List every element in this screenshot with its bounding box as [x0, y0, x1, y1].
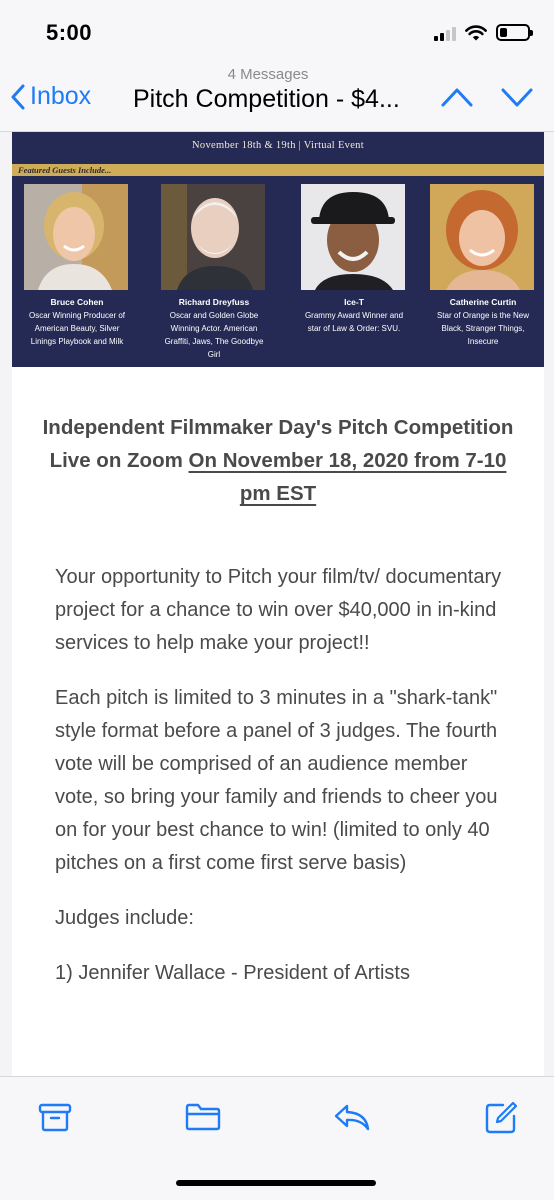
guest-name: Richard Dreyfuss	[178, 297, 250, 307]
guest-name: Catherine Curtin	[449, 297, 517, 307]
message-count: 4 Messages	[227, 66, 309, 83]
status-time: 5:00	[46, 20, 93, 45]
reply-icon[interactable]	[333, 1101, 371, 1133]
guest-photo	[430, 184, 534, 290]
chevron-up-icon[interactable]	[440, 86, 474, 108]
guest-photo	[24, 184, 128, 290]
guest-description: Oscar and Golden Globe Winning Actor. Am…	[164, 311, 264, 359]
banner-date: November 18th & 19th | Virtual Event	[192, 140, 364, 151]
compose-icon[interactable]	[484, 1101, 518, 1135]
guest-card: Bruce Cohen Oscar Winning Producer of Am…	[24, 184, 130, 348]
email-body: November 18th & 19th | Virtual Event Fea…	[12, 132, 544, 1076]
guest-photo	[161, 184, 265, 290]
paragraph-format: Each pitch is limited to 3 minutes in a …	[55, 687, 498, 874]
back-label: Inbox	[30, 82, 92, 110]
chevron-left-icon	[11, 84, 25, 109]
nav-title-group: 4 Messages Pitch Competition - $4...	[133, 66, 433, 114]
guest-card: Catherine Curtin Star of Orange is the N…	[430, 184, 536, 348]
status-icons	[434, 24, 533, 41]
status-bar: 5:00	[0, 0, 554, 62]
guest-card: Richard Dreyfuss Oscar and Golden Globe …	[161, 184, 267, 361]
home-indicator[interactable]	[176, 1180, 376, 1186]
featured-bar: Featured Guests Include...	[12, 164, 544, 176]
battery-icon	[496, 24, 533, 41]
archive-icon[interactable]	[38, 1101, 72, 1133]
heading-date-link[interactable]: On November 18, 2020 from 7-10 pm EST	[189, 449, 507, 505]
nav-bar: Inbox 4 Messages Pitch Competition - $4.…	[0, 62, 554, 132]
judge-list-item: 1) Jennifer Wallace - President of Artis…	[55, 962, 410, 984]
guest-photo	[301, 184, 405, 290]
guest-card: Ice-T Grammy Award Winner and star of La…	[301, 184, 407, 335]
wifi-icon	[465, 24, 487, 40]
paragraph-opportunity: Your opportunity to Pitch your film/tv/ …	[55, 566, 502, 654]
guest-name: Ice-T	[344, 297, 364, 307]
paragraph-judges: Judges include:	[55, 907, 194, 929]
signal-icon	[434, 25, 456, 41]
pitch-heading: Independent Filmmaker Day's Pitch Compet…	[12, 367, 544, 510]
guest-description: Grammy Award Winner and star of Law & Or…	[304, 311, 404, 333]
guest-name: Bruce Cohen	[50, 297, 104, 307]
back-button[interactable]: Inbox	[10, 82, 91, 111]
featured-label: Featured Guests Include...	[18, 165, 112, 175]
thread-title: Pitch Competition - $4...	[133, 85, 400, 113]
message-navigation	[440, 86, 534, 108]
guest-description: Star of Orange is the New Black, Strange…	[436, 311, 530, 346]
chevron-down-icon[interactable]	[500, 86, 534, 108]
guest-description: Oscar Winning Producer of American Beaut…	[28, 311, 126, 346]
folder-icon[interactable]	[184, 1101, 222, 1133]
event-banner: November 18th & 19th | Virtual Event Fea…	[12, 132, 544, 367]
